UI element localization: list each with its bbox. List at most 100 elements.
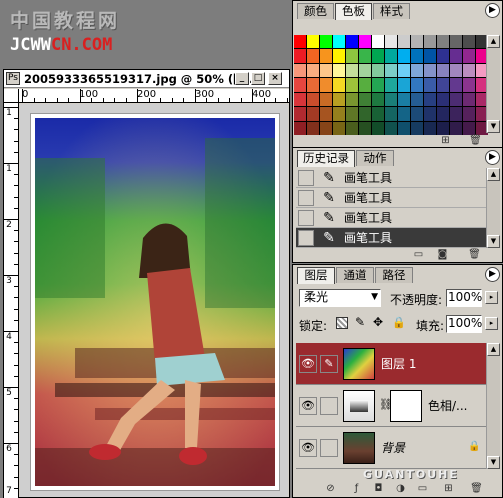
document-canvas[interactable] xyxy=(20,104,288,497)
swatch-cell[interactable] xyxy=(398,49,410,63)
layer-name[interactable]: 图层 1 xyxy=(381,356,416,372)
swatch-cell[interactable] xyxy=(463,35,475,49)
minimize-button[interactable]: _ xyxy=(235,72,249,85)
eye-icon[interactable]: 👁 xyxy=(299,439,317,457)
new-document-from-state-icon[interactable]: ▭ xyxy=(411,249,426,262)
swatch-cell[interactable] xyxy=(411,49,423,63)
swatch-cell[interactable] xyxy=(437,92,449,107)
blend-mode-select[interactable]: 柔光 ▼ xyxy=(299,289,381,307)
swatch-cell[interactable] xyxy=(320,121,332,135)
swatch-cell[interactable] xyxy=(411,107,423,121)
swatch-cell[interactable] xyxy=(372,107,384,121)
layer-row[interactable]: 👁 ⛓ 色相/... xyxy=(296,385,486,427)
ruler-corner[interactable] xyxy=(4,89,19,103)
swatch-cell[interactable] xyxy=(411,35,423,49)
swatch-cell[interactable] xyxy=(320,92,332,107)
swatches-scrollbar[interactable]: ▲ ▼ xyxy=(486,35,500,133)
link-slot[interactable] xyxy=(320,439,338,457)
swatch-cell[interactable] xyxy=(320,35,332,49)
brush-icon[interactable]: ✎ xyxy=(320,355,338,373)
swatch-cell[interactable] xyxy=(463,121,475,135)
tab-layers[interactable]: 图层 xyxy=(297,267,335,284)
layer-style-icon[interactable]: ƒ xyxy=(349,483,364,496)
layer-mask-thumbnail[interactable] xyxy=(390,390,422,422)
swatch-cell[interactable] xyxy=(450,107,462,121)
swatch-cell[interactable] xyxy=(385,78,397,92)
swatch-cell[interactable] xyxy=(424,49,436,63)
eye-icon[interactable]: 👁 xyxy=(299,397,317,415)
swatch-cell[interactable] xyxy=(346,63,358,78)
swatch-cell[interactable] xyxy=(359,92,371,107)
history-snapshot-checkbox[interactable] xyxy=(298,190,314,206)
swatch-cell[interactable] xyxy=(450,49,462,63)
swatch-cell[interactable] xyxy=(463,49,475,63)
swatch-cell[interactable] xyxy=(333,107,345,121)
fill-input[interactable]: 100% xyxy=(446,315,482,333)
swatch-cell[interactable] xyxy=(307,63,319,78)
add-mask-icon[interactable]: ◘ xyxy=(371,483,386,496)
swatch-cell[interactable] xyxy=(359,78,371,92)
swatch-cell[interactable] xyxy=(294,121,306,135)
swatch-cell[interactable] xyxy=(437,49,449,63)
history-item[interactable]: ✎ 画笔工具 xyxy=(296,188,486,208)
swatch-cell[interactable] xyxy=(437,121,449,135)
swatch-cell[interactable] xyxy=(320,63,332,78)
swatch-cell[interactable] xyxy=(294,35,306,49)
layer-thumbnail[interactable] xyxy=(343,348,375,380)
scroll-up-arrow[interactable]: ▲ xyxy=(487,343,500,356)
delete-state-icon[interactable]: 🗑 xyxy=(467,249,482,262)
swatch-cell[interactable] xyxy=(424,121,436,135)
swatch-cell[interactable] xyxy=(346,35,358,49)
swatch-cell[interactable] xyxy=(437,107,449,121)
history-snapshot-checkbox[interactable] xyxy=(298,210,314,226)
swatch-cell[interactable] xyxy=(333,49,345,63)
swatch-cell[interactable] xyxy=(359,35,371,49)
lock-transparent-icon[interactable] xyxy=(336,317,348,329)
swatch-cell[interactable] xyxy=(346,92,358,107)
layers-scrollbar[interactable]: ▲ ▼ xyxy=(486,343,500,469)
swatch-cell[interactable] xyxy=(463,92,475,107)
swatch-cell[interactable] xyxy=(463,107,475,121)
history-item[interactable]: ✎ 画笔工具 xyxy=(296,168,486,188)
swatch-cell[interactable] xyxy=(320,107,332,121)
swatch-cell[interactable] xyxy=(385,92,397,107)
swatch-cell[interactable] xyxy=(398,121,410,135)
swatch-cell[interactable] xyxy=(398,107,410,121)
swatch-cell[interactable] xyxy=(346,121,358,135)
swatch-cell[interactable] xyxy=(437,35,449,49)
layer-row-selected[interactable]: 👁 ✎ 图层 1 xyxy=(296,343,486,385)
lock-position-icon[interactable]: ✥ xyxy=(373,315,383,329)
swatch-cell[interactable] xyxy=(385,121,397,135)
lock-pixels-icon[interactable]: ✎ xyxy=(355,315,365,329)
scroll-down-arrow[interactable]: ▼ xyxy=(487,120,500,133)
swatch-cell[interactable] xyxy=(424,107,436,121)
swatch-cell[interactable] xyxy=(424,78,436,92)
swatch-cell[interactable] xyxy=(450,92,462,107)
tab-channels[interactable]: 通道 xyxy=(336,267,374,283)
tab-color[interactable]: 颜色 xyxy=(297,3,334,19)
swatch-cell[interactable] xyxy=(463,63,475,78)
swatch-cell[interactable] xyxy=(385,63,397,78)
new-snapshot-icon[interactable]: ◙ xyxy=(435,249,450,262)
swatch-cell[interactable] xyxy=(294,78,306,92)
swatch-cell[interactable] xyxy=(424,92,436,107)
tab-paths[interactable]: 路径 xyxy=(375,267,413,283)
tab-actions[interactable]: 动作 xyxy=(356,150,394,166)
swatch-cell[interactable] xyxy=(424,35,436,49)
swatch-cell[interactable] xyxy=(385,49,397,63)
tab-history[interactable]: 历史记录 xyxy=(297,150,355,167)
swatch-cell[interactable] xyxy=(294,92,306,107)
swatch-cell[interactable] xyxy=(398,78,410,92)
swatch-cell[interactable] xyxy=(333,92,345,107)
swatch-cell[interactable] xyxy=(333,121,345,135)
swatch-cell[interactable] xyxy=(294,49,306,63)
swatch-cell[interactable] xyxy=(398,63,410,78)
opacity-input[interactable]: 100% xyxy=(446,289,482,307)
swatch-cell[interactable] xyxy=(437,63,449,78)
swatch-cell[interactable] xyxy=(437,78,449,92)
adjustment-icon[interactable] xyxy=(343,390,375,422)
panel-menu-button[interactable]: ▶ xyxy=(485,3,500,18)
swatch-cell[interactable] xyxy=(372,92,384,107)
swatch-cell[interactable] xyxy=(359,49,371,63)
layer-row[interactable]: 👁 背景 🔒 xyxy=(296,427,486,469)
